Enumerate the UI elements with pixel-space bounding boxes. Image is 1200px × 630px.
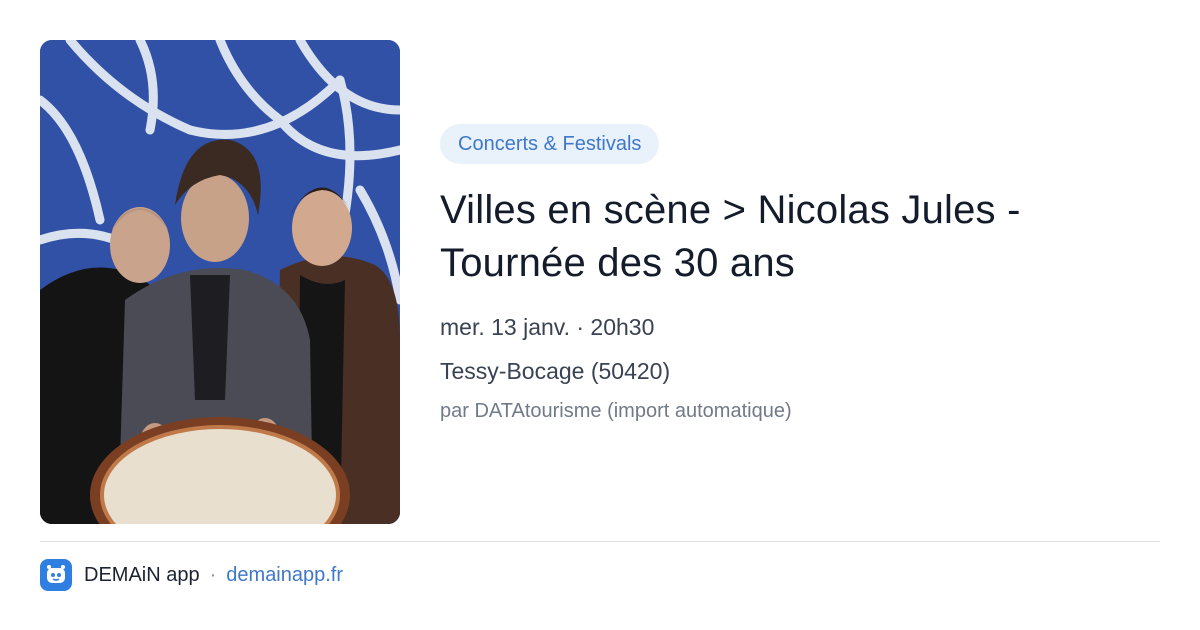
footer-divider xyxy=(40,541,1160,542)
event-info: Concerts & Festivals Villes en scène > N… xyxy=(440,124,1160,424)
band-photo-illustration xyxy=(40,40,400,524)
footer-separator: · xyxy=(209,563,217,586)
event-photo xyxy=(40,40,400,524)
footer: DEMAiN app · demainapp.fr xyxy=(40,558,343,592)
demain-app-icon[interactable] xyxy=(40,559,72,591)
event-datetime: mer. 13 janv. · 20h30 xyxy=(440,314,655,340)
event-location: Tessy-Bocage (50420) xyxy=(440,358,671,384)
event-title-line-1: Villes en scène > Nicolas Jules - xyxy=(440,188,1021,232)
category-badge[interactable]: Concerts & Festivals xyxy=(440,124,660,164)
event-title-line-2: Tournée des 30 ans xyxy=(440,241,795,285)
face-icon xyxy=(47,565,65,583)
app-url-link[interactable]: demainapp.fr xyxy=(226,564,343,587)
event-source: par DATAtourisme (import automatique) xyxy=(440,400,792,422)
event-title[interactable]: Villes en scène > Nicolas Jules - Tournée… xyxy=(440,184,1160,290)
app-name: DEMAiN app xyxy=(84,563,200,586)
